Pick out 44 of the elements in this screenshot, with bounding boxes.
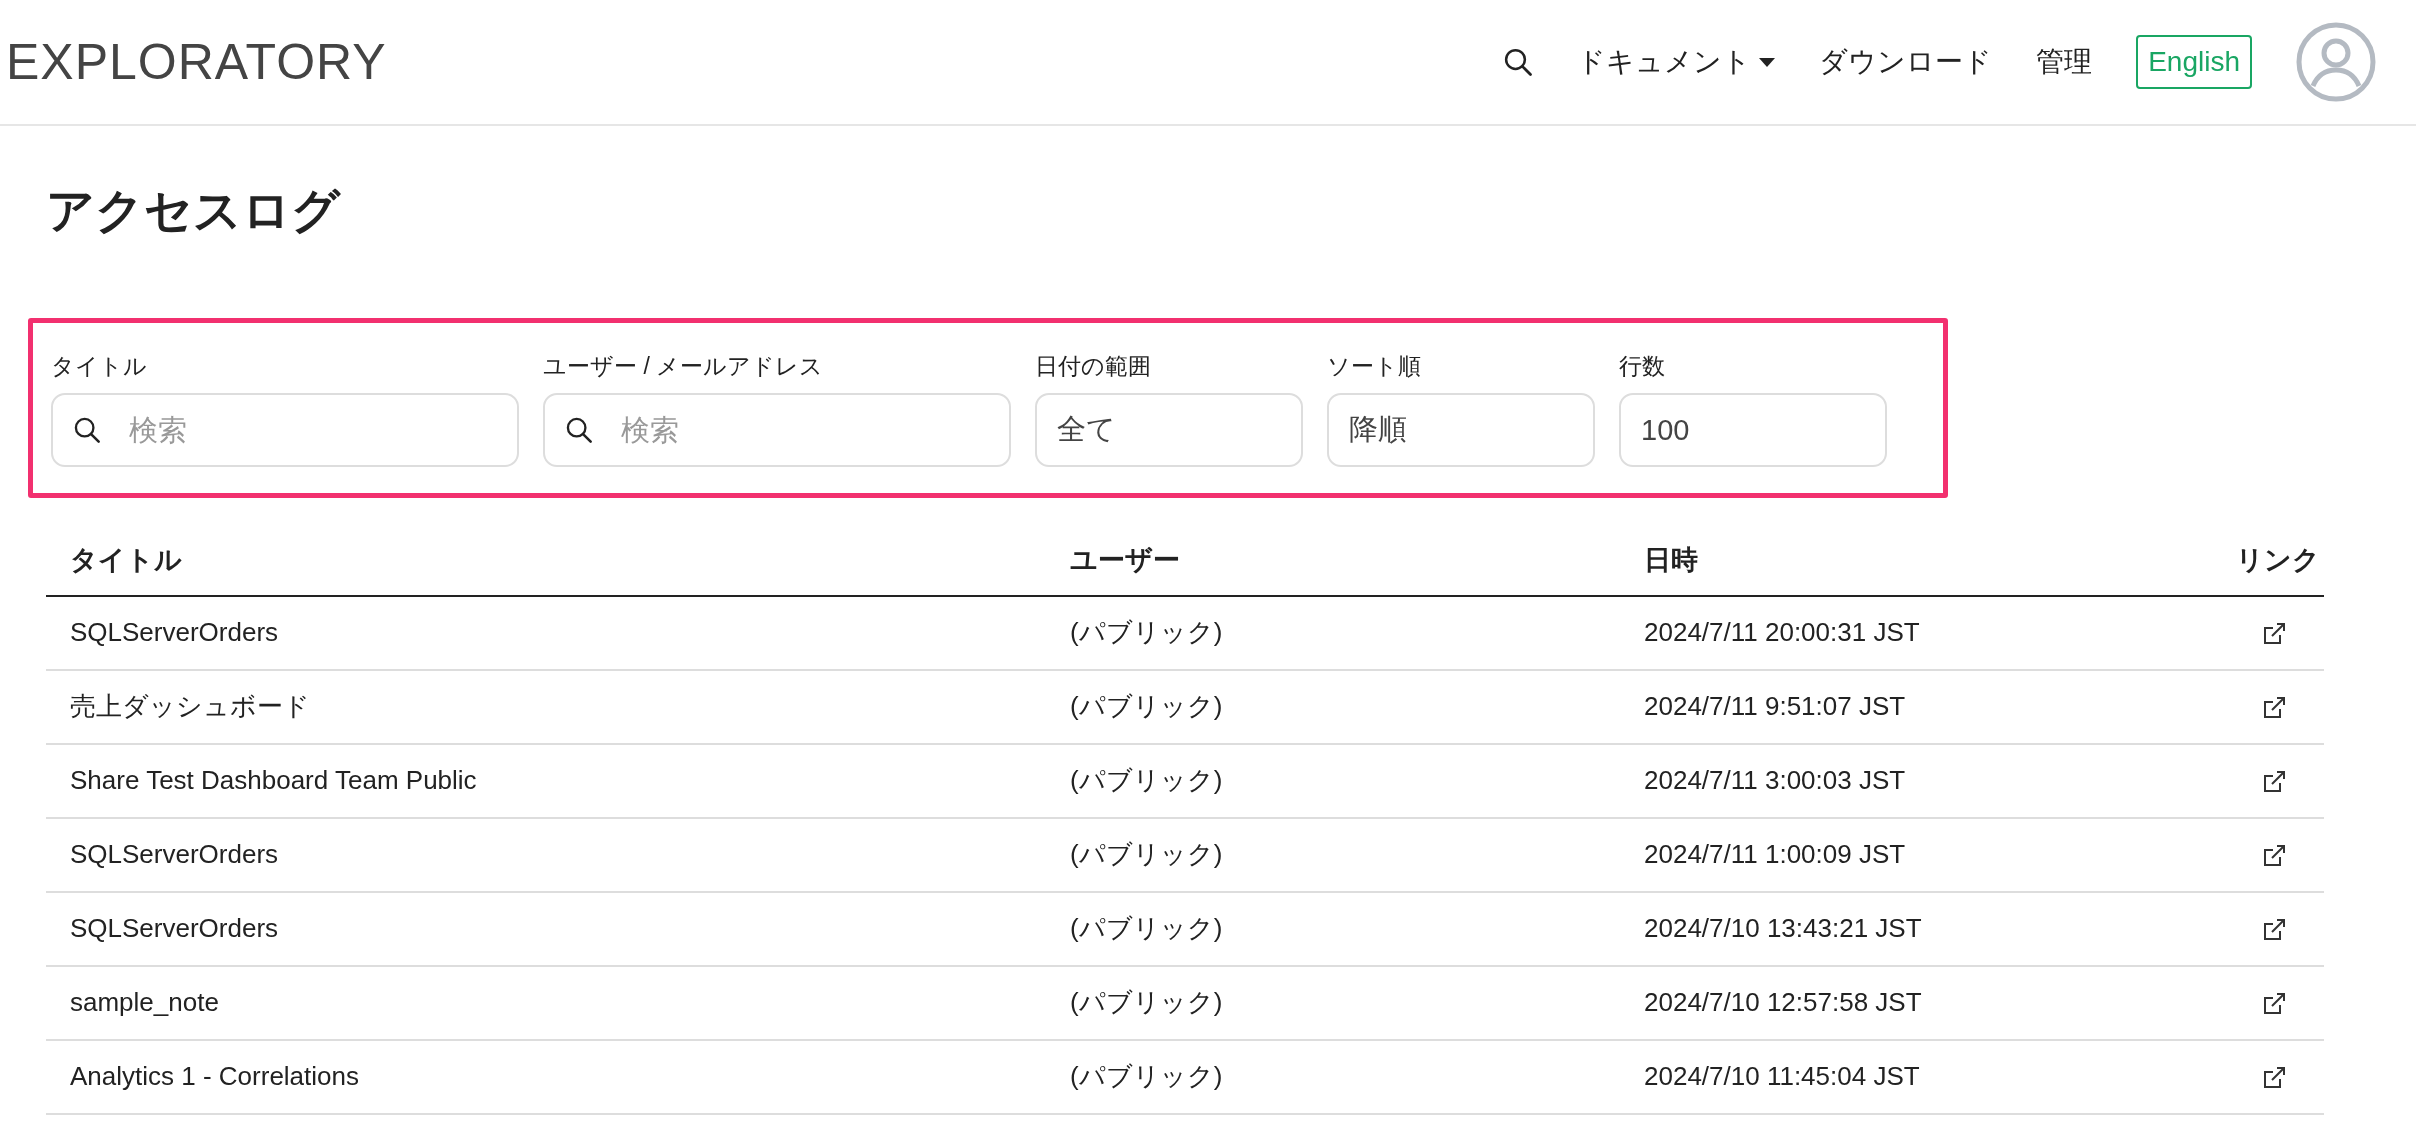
table-cell: 2024/7/10 13:43:21 JST: [1620, 891, 2144, 966]
search-field[interactable]: 検索: [543, 393, 1011, 468]
column-header: リンク: [2144, 540, 2324, 596]
table-cell: 2024/7/11 3:00:03 JST: [1620, 743, 2144, 818]
table-cell: sample_note: [46, 965, 1046, 1040]
input-field[interactable]: 降順: [1327, 393, 1595, 468]
search-icon: [73, 416, 101, 445]
caret-icon: [1759, 57, 1776, 67]
nav-link[interactable]: ダウンロード: [1819, 41, 1993, 83]
field-label: 日付の範囲: [1035, 351, 1152, 381]
page-title: アクセスログ: [46, 183, 342, 239]
table-cell: (パブリック): [1046, 891, 1620, 966]
table-cell: (パブリック): [1046, 669, 1620, 744]
table-cell: (パブリック): [1046, 817, 1620, 892]
input-field[interactable]: 100: [1619, 393, 1887, 468]
table-cell: (パブリック): [1046, 743, 1620, 818]
table-cell: (パブリック): [1046, 595, 1620, 670]
documents-menu[interactable]: ドキュメント: [1577, 41, 1776, 83]
table-cell: 2024/7/11 1:00:09 JST: [1620, 817, 2144, 892]
table-cell: 売上ダッシュボード: [46, 669, 1046, 744]
logo-text: EXPLORATORY: [6, 32, 387, 92]
search-icon: [565, 416, 593, 445]
table-cell: (パブリック): [1046, 965, 1620, 1040]
table-cell: 2024/7/11 20:00:31 JST: [1620, 595, 2144, 670]
table-cell: SQLServerOrders: [46, 817, 1046, 892]
field-label: タイトル: [51, 351, 148, 381]
column-header: ユーザー: [1046, 540, 1620, 596]
table-cell: SQLServerOrders: [46, 595, 1046, 670]
table-cell: 2024/7/10 12:57:58 JST: [1620, 965, 2144, 1040]
field-label: ソート順: [1327, 351, 1422, 381]
search-field[interactable]: 検索: [51, 393, 519, 468]
field-label: ユーザー / メールアドレス: [543, 351, 825, 381]
table-cell: (パブリック): [1046, 1039, 1620, 1114]
field-label: 行数: [1619, 351, 1666, 381]
table-cell: Share Test Dashboard Team Public: [46, 743, 1046, 818]
column-header: タイトル: [46, 540, 1046, 596]
table-cell: 2024/7/10 11:45:04 JST: [1620, 1039, 2144, 1114]
search-icon[interactable]: [1503, 47, 1534, 77]
table-cell: Analytics 1 - Correlations: [46, 1039, 1046, 1114]
table-cell: 2024/7/11 9:51:07 JST: [1620, 669, 2144, 744]
input-field[interactable]: 全て: [1035, 393, 1303, 468]
column-header: 日時: [1620, 540, 2144, 596]
table-cell: SQLServerOrders: [46, 891, 1046, 966]
nav-link[interactable]: 管理: [2036, 41, 2093, 83]
